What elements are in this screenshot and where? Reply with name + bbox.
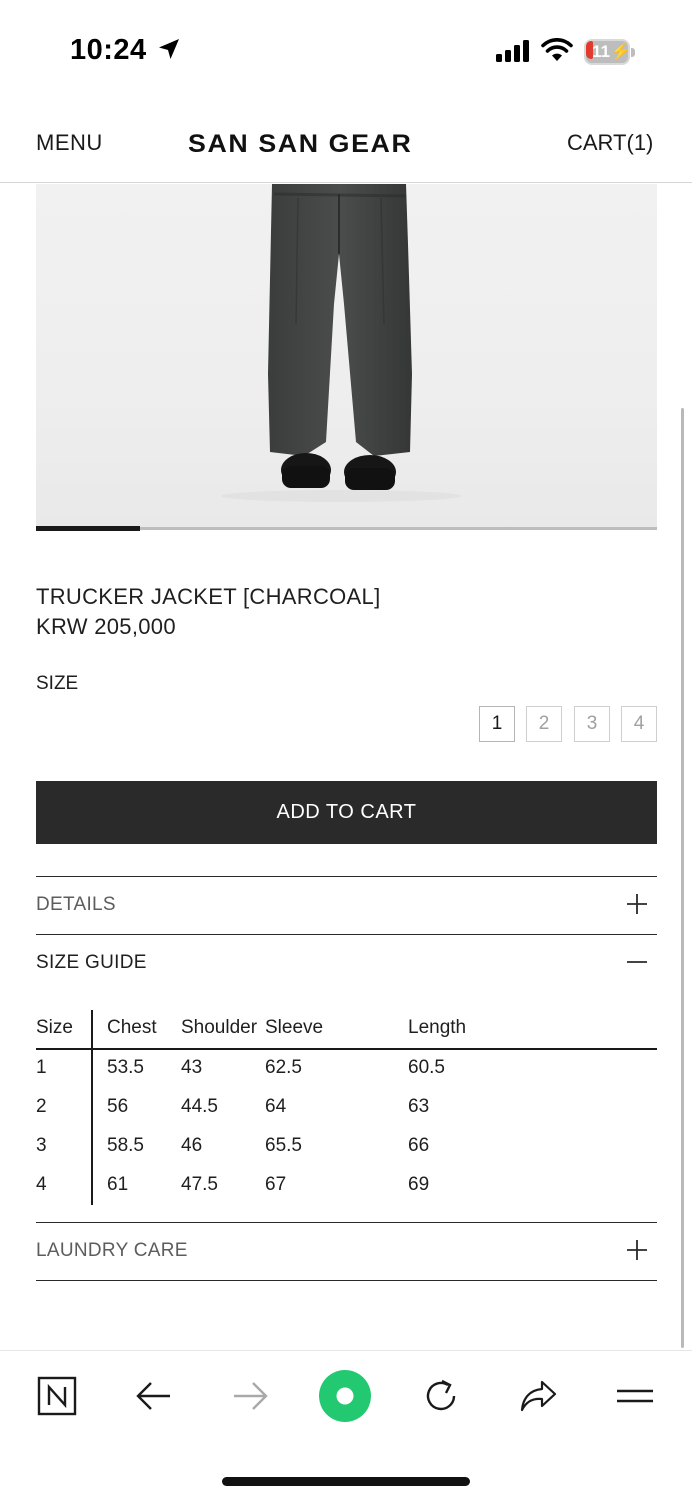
gallery-progress-indicator[interactable] — [36, 526, 140, 531]
battery-percent: 11⚡ — [592, 42, 632, 61]
size-guide-column-rule — [91, 1010, 93, 1205]
cellular-signal-icon — [496, 40, 529, 62]
size-guide-header-size: Size — [36, 1017, 73, 1038]
menu-lines-icon[interactable] — [612, 1373, 658, 1419]
naver-n-icon[interactable] — [34, 1373, 80, 1419]
product-image[interactable] — [36, 184, 657, 528]
menu-link[interactable]: MENU — [36, 130, 103, 156]
table-cell: 63 — [408, 1096, 430, 1117]
table-cell: 69 — [408, 1174, 430, 1195]
green-circle-icon[interactable] — [318, 1369, 372, 1423]
divider — [36, 876, 657, 877]
size-guide-header-shoulder: Shoulder — [181, 1017, 258, 1038]
add-to-cart-button[interactable]: ADD TO CART — [36, 781, 657, 844]
table-cell: 1 — [36, 1057, 47, 1078]
product-price: KRW 205,000 — [36, 614, 176, 639]
product-photo-trousers — [221, 184, 461, 502]
status-bar: 10:24 11⚡ — [0, 0, 692, 100]
minus-icon[interactable] — [626, 951, 648, 973]
table-cell: 60.5 — [408, 1057, 445, 1078]
table-cell: 47.5 — [181, 1174, 218, 1195]
size-label: SIZE — [36, 673, 79, 694]
home-indicator[interactable] — [222, 1477, 470, 1486]
table-cell: 65.5 — [265, 1135, 302, 1156]
wifi-icon — [541, 38, 573, 61]
plus-icon[interactable] — [626, 893, 648, 915]
size-guide-header-sleeve: Sleeve — [265, 1017, 324, 1038]
details-accordion-title[interactable]: DETAILS — [36, 894, 116, 916]
size-option-3[interactable]: 3 — [574, 706, 610, 742]
table-cell: 61 — [107, 1174, 129, 1195]
table-cell: 64 — [265, 1096, 287, 1117]
table-cell: 58.5 — [107, 1135, 144, 1156]
site-header: MENU SAN SAN GEAR CART(1) — [0, 100, 692, 183]
table-cell: 2 — [36, 1096, 47, 1117]
divider — [36, 934, 657, 935]
product-name: TRUCKER JACKET [CHARCOAL] — [36, 584, 381, 609]
share-icon[interactable] — [515, 1373, 561, 1419]
divider — [36, 1280, 657, 1281]
table-cell: 66 — [408, 1135, 430, 1156]
forward-arrow-icon[interactable] — [227, 1373, 273, 1419]
table-cell: 46 — [181, 1135, 203, 1156]
table-cell: 4 — [36, 1174, 47, 1195]
size-guide-header-rule — [36, 1048, 657, 1050]
brand-logo[interactable]: SAN SAN GEAR — [188, 130, 412, 159]
table-cell: 56 — [107, 1096, 129, 1117]
table-cell: 53.5 — [107, 1057, 144, 1078]
plus-icon[interactable] — [626, 1239, 648, 1261]
status-time: 10:24 — [70, 34, 147, 66]
size-guide-accordion-title[interactable]: SIZE GUIDE — [36, 952, 147, 974]
size-option-1[interactable]: 1 — [479, 706, 515, 742]
table-cell: 62.5 — [265, 1057, 302, 1078]
cart-link[interactable]: CART(1) — [567, 130, 653, 156]
location-arrow-icon — [159, 39, 179, 59]
table-cell: 43 — [181, 1057, 203, 1078]
size-option-4[interactable]: 4 — [621, 706, 657, 742]
back-arrow-icon[interactable] — [131, 1373, 177, 1419]
page-scrollbar[interactable] — [681, 408, 684, 1348]
size-guide-header-length: Length — [408, 1017, 467, 1038]
size-option-2[interactable]: 2 — [526, 706, 562, 742]
table-cell: 67 — [265, 1174, 287, 1195]
table-cell: 3 — [36, 1135, 47, 1156]
laundry-care-accordion-title[interactable]: LAUNDRY CARE — [36, 1240, 188, 1262]
divider — [36, 1222, 657, 1223]
table-cell: 44.5 — [181, 1096, 218, 1117]
reload-icon[interactable] — [418, 1373, 464, 1419]
size-guide-header-chest: Chest — [107, 1017, 157, 1038]
battery-icon: 11⚡ — [584, 39, 636, 65]
